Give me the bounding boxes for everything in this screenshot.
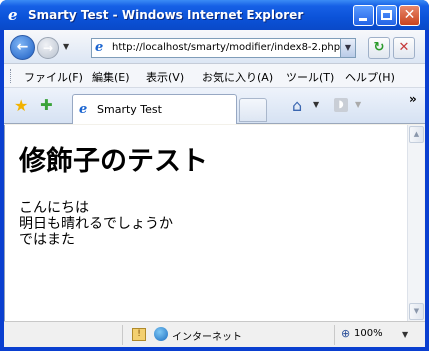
tab-page-icon: e [79, 102, 88, 117]
back-button[interactable]: ← [10, 35, 35, 60]
menu-edit[interactable]: 編集(E) [92, 69, 130, 85]
favorites-star-icon[interactable]: ★ [14, 96, 28, 115]
menu-bar: ファイル(F) 編集(E) 表示(V) お気に入り(A) ツール(T) ヘルプ(… [4, 64, 425, 88]
title-bar[interactable]: e Smarty Test - Windows Internet Explore… [0, 0, 429, 30]
recent-pages-dropdown-icon[interactable]: ▼ [63, 42, 69, 51]
browser-window: e Smarty Test - Windows Internet Explore… [0, 0, 429, 351]
scroll-down-button[interactable]: ▼ [409, 303, 424, 320]
address-toolbar: ← → ▼ e http://localhost/smarty/modifier… [4, 30, 425, 64]
refresh-icon: ↻ [373, 40, 385, 55]
page-content: 修飾子のテスト こんにちは 明日も晴れるでしょうか ではまた [4, 125, 407, 321]
tab-smarty-test[interactable]: e Smarty Test [72, 94, 237, 124]
menu-file[interactable]: ファイル(F) [24, 69, 83, 85]
tab-label: Smarty Test [97, 103, 162, 116]
refresh-button[interactable]: ↻ [368, 37, 390, 59]
security-zone-label[interactable]: インターネット [172, 328, 242, 343]
zoom-level[interactable]: 100% [354, 328, 383, 339]
stop-button[interactable]: ✕ [393, 37, 415, 59]
stop-icon: ✕ [398, 40, 410, 55]
more-tools-chevron-icon[interactable]: » [409, 92, 417, 106]
feeds-dropdown-icon[interactable]: ▼ [355, 100, 361, 109]
maximize-icon [381, 10, 392, 20]
page-line-3: ではまた [19, 232, 75, 248]
home-dropdown-icon[interactable]: ▼ [313, 100, 319, 109]
vertical-scrollbar[interactable]: ▲ ▼ [407, 125, 424, 321]
menu-view[interactable]: 表示(V) [146, 69, 184, 85]
menu-tools[interactable]: ツール(T) [286, 69, 334, 85]
close-button[interactable]: ✕ [399, 5, 420, 26]
menu-favorites[interactable]: お気に入り(A) [202, 69, 273, 85]
menu-grip[interactable] [10, 69, 12, 83]
address-input[interactable]: http://localhost/smarty/modifier/index8-… [112, 42, 340, 53]
zoom-magnifier-icon: ⊕ [341, 327, 351, 340]
window-title: Smarty Test - Windows Internet Explorer [28, 8, 304, 22]
forward-arrow-icon: → [42, 41, 54, 55]
maximize-button[interactable] [376, 5, 397, 26]
status-separator [122, 325, 123, 345]
address-bar[interactable]: e http://localhost/smarty/modifier/index… [91, 38, 356, 58]
menu-help[interactable]: ヘルプ(H) [345, 69, 395, 85]
minimize-button[interactable] [353, 5, 374, 26]
tab-toolbar: ★ ✚ e Smarty Test ⌂ ▼ ◗ ▼ » [4, 88, 425, 124]
internet-zone-globe-icon [154, 327, 168, 341]
zoom-dropdown-icon[interactable]: ▼ [402, 330, 408, 339]
protected-mode-icon[interactable]: ! [132, 328, 146, 341]
address-dropdown-button[interactable]: ▼ [340, 39, 355, 57]
new-tab-button[interactable] [239, 98, 267, 122]
status-separator [334, 325, 335, 345]
status-bar: ! インターネット ⊕ 100% ▼ [4, 321, 425, 347]
home-icon[interactable]: ⌂ [292, 96, 302, 115]
page-heading: 修飾子のテスト [19, 146, 208, 177]
feeds-icon[interactable]: ◗ [334, 98, 348, 112]
browser-frame: ← → ▼ e http://localhost/smarty/modifier… [4, 30, 425, 347]
forward-button[interactable]: → [37, 37, 59, 59]
add-favorite-icon[interactable]: ✚ [40, 96, 53, 114]
scroll-up-button[interactable]: ▲ [409, 126, 424, 143]
minimize-icon [359, 18, 367, 21]
page-icon: e [95, 40, 104, 55]
close-icon: ✕ [403, 7, 416, 23]
back-arrow-icon: ← [16, 39, 29, 55]
ie-logo-icon: e [8, 6, 18, 24]
